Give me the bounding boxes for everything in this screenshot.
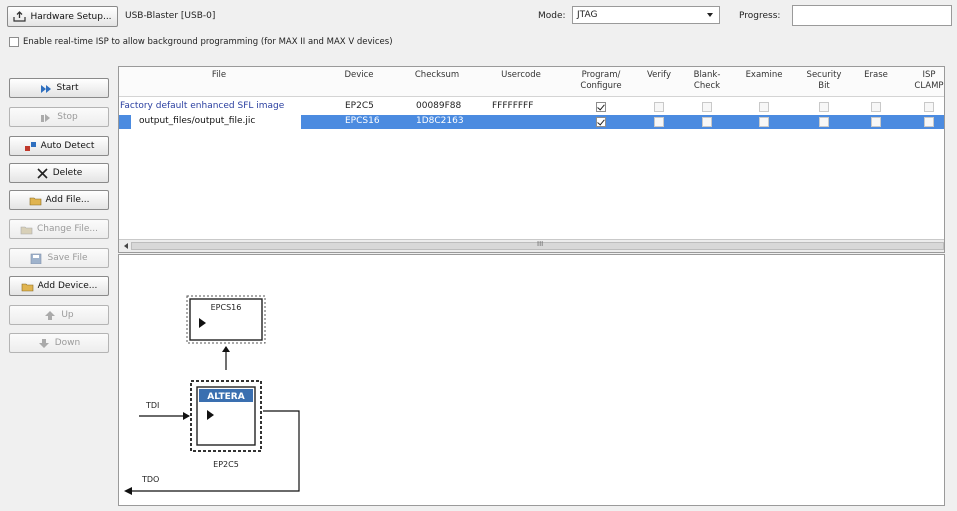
hardware-setup-label: Hardware Setup... (30, 11, 112, 22)
start-icon (40, 83, 53, 94)
col-program-configure-checkbox[interactable] (596, 117, 606, 127)
progress-label: Progress: (739, 11, 781, 21)
table-row[interactable]: Factory default enhanced SFL image EP2C5 0… (119, 100, 944, 114)
col-verify-checkbox[interactable] (654, 102, 664, 112)
side-button-label: Down (54, 338, 81, 348)
usercode-cell: FFFFFFFF (492, 101, 534, 111)
side-button-label: Delete (52, 168, 83, 178)
col-security-bit-checkbox[interactable] (819, 102, 829, 112)
col-checksum-header[interactable]: Checksum (407, 70, 467, 81)
col-program-configure-checkbox[interactable] (596, 102, 606, 112)
file-cell[interactable]: Factory default enhanced SFL image (120, 101, 284, 111)
delete-button[interactable]: Delete (9, 163, 109, 183)
device-cell: EP2C5 (345, 101, 374, 111)
realtime-isp-checkbox[interactable] (9, 37, 19, 47)
realtime-isp-label: Enable real-time ISP to allow background… (23, 37, 393, 47)
epcs16-device[interactable]: EPCS16 (186, 295, 266, 344)
table-row[interactable]: output_files/output_file.jic EPCS16 1D8C21… (119, 115, 944, 129)
side-button-label: Start (56, 83, 79, 93)
hardware-value: USB-Blaster [USB-0] (125, 11, 216, 21)
col-file-header[interactable]: File (129, 70, 309, 81)
altera-logo-text: ALTERA (207, 392, 244, 402)
checksum-cell: 00089F88 (416, 101, 462, 111)
mode-select[interactable]: JTAG (572, 6, 720, 24)
col-usercode-header[interactable]: Usercode (491, 70, 551, 81)
side-button-label: Add File... (45, 195, 90, 205)
hardware-setup-icon (13, 11, 27, 22)
down-arrow-icon (38, 338, 51, 349)
side-button-label: Auto Detect (40, 141, 95, 151)
col-security-bit-header[interactable]: Security Bit (799, 70, 849, 92)
checksum-cell: 1D8C2163 (416, 116, 464, 126)
col-isp-clamp-checkbox[interactable] (924, 117, 934, 127)
horizontal-scrollbar[interactable]: III (119, 239, 944, 252)
add-device-button[interactable]: Add Device... (9, 276, 109, 296)
add-device-icon (21, 281, 34, 292)
add-file-icon (29, 195, 42, 206)
up-button[interactable]: Up (9, 305, 109, 325)
mode-label: Mode: (538, 11, 566, 21)
progress-bar (792, 5, 952, 26)
scroll-marker: III (537, 240, 544, 248)
col-examine-checkbox[interactable] (759, 102, 769, 112)
table-header: File Device Checksum Usercode Program/ Confi… (119, 67, 944, 97)
col-examine-checkbox[interactable] (759, 117, 769, 127)
change-file-button[interactable]: Change File... (9, 219, 109, 239)
delete-icon (36, 167, 49, 179)
up-arrow-icon (44, 310, 57, 321)
start-button[interactable]: Start (9, 78, 109, 98)
epcs16-label: EPCS16 (211, 303, 242, 312)
chevron-down-icon (707, 13, 713, 17)
side-button-label: Save File (47, 253, 88, 263)
col-verify-header[interactable]: Verify (639, 70, 679, 81)
col-blank-check-header[interactable]: Blank- Check (687, 70, 727, 92)
tdo-label: TDO (141, 475, 159, 484)
col-security-bit-checkbox[interactable] (819, 117, 829, 127)
side-button-label: Up (61, 310, 74, 320)
add-file-button[interactable]: Add File... (9, 190, 109, 210)
tdi-label: TDI (145, 401, 159, 410)
col-program-configure-header[interactable]: Program/ Configure (571, 70, 631, 92)
side-button-label: Stop (57, 112, 78, 122)
stop-icon (40, 112, 53, 123)
auto-detect-icon (24, 141, 37, 152)
col-blank-check-checkbox[interactable] (702, 117, 712, 127)
hardware-setup-button[interactable]: Hardware Setup... (7, 6, 118, 27)
col-verify-checkbox[interactable] (654, 117, 664, 127)
save-file-button[interactable]: Save File (9, 248, 109, 268)
side-button-label: Add Device... (37, 281, 98, 291)
jtag-chain-view: EPCS16 ALTERA EP2C5 TDI TDO (118, 254, 945, 506)
ep2c5-device[interactable]: ALTERA EP2C5 (190, 380, 262, 469)
save-file-icon (30, 253, 43, 264)
col-device-header[interactable]: Device (329, 70, 389, 81)
file-cell[interactable]: output_files/output_file.jic (131, 115, 301, 129)
programming-table: File Device Checksum Usercode Program/ Confi… (118, 66, 945, 253)
col-blank-check-checkbox[interactable] (702, 102, 712, 112)
device-cell: EPCS16 (345, 116, 380, 126)
auto-detect-button[interactable]: Auto Detect (9, 136, 109, 156)
col-examine-header[interactable]: Examine (739, 70, 789, 81)
col-erase-header[interactable]: Erase (856, 70, 896, 81)
scroll-left-arrow-icon[interactable] (124, 243, 128, 249)
side-button-label: Change File... (37, 224, 98, 234)
col-erase-checkbox[interactable] (871, 117, 881, 127)
col-erase-checkbox[interactable] (871, 102, 881, 112)
ep2c5-label: EP2C5 (213, 460, 239, 469)
change-file-icon (20, 224, 33, 235)
realtime-isp-option[interactable]: Enable real-time ISP to allow background… (9, 37, 393, 47)
col-isp-clamp-checkbox[interactable] (924, 102, 934, 112)
stop-button[interactable]: Stop (9, 107, 109, 127)
col-isp-clamp-header[interactable]: ISP CLAMP (909, 70, 944, 92)
down-button[interactable]: Down (9, 333, 109, 353)
mode-value: JTAG (577, 10, 598, 20)
